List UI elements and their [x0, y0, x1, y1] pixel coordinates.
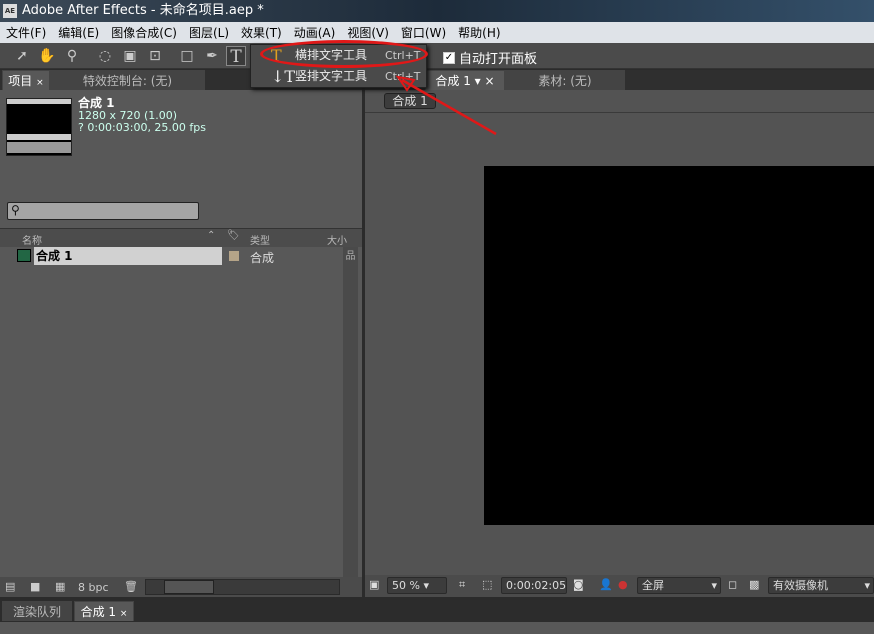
red-annotation-arrow: [395, 75, 497, 136]
